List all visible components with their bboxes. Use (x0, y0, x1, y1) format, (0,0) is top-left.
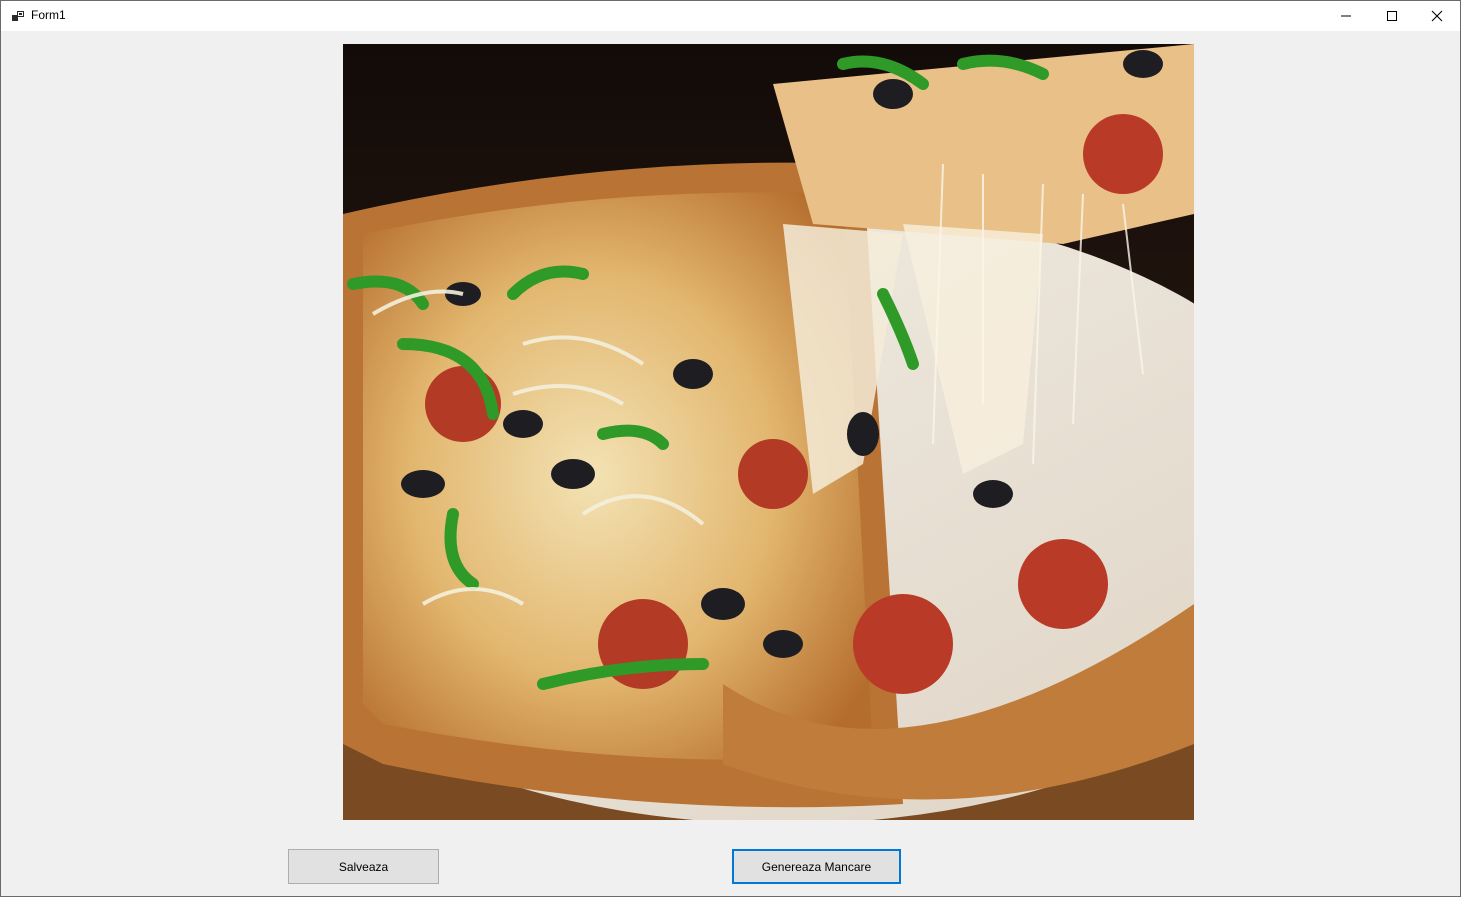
save-button[interactable]: Salveaza (288, 849, 439, 884)
title-bar[interactable]: Form1 (1, 1, 1460, 31)
window-title: Form1 (31, 8, 66, 22)
maximize-button[interactable] (1369, 1, 1415, 31)
form-window: Form1 Salveaza Genereaza Mancare (0, 0, 1461, 897)
close-button[interactable] (1414, 1, 1460, 31)
minimize-button[interactable] (1323, 1, 1369, 31)
app-icon[interactable] (11, 9, 25, 23)
minimize-icon (1341, 15, 1351, 17)
generate-food-button[interactable]: Genereaza Mancare (732, 849, 901, 884)
maximize-icon (1387, 11, 1397, 21)
picture-box (343, 44, 1194, 820)
close-icon (1431, 10, 1443, 22)
pizza-photo (343, 44, 1194, 820)
